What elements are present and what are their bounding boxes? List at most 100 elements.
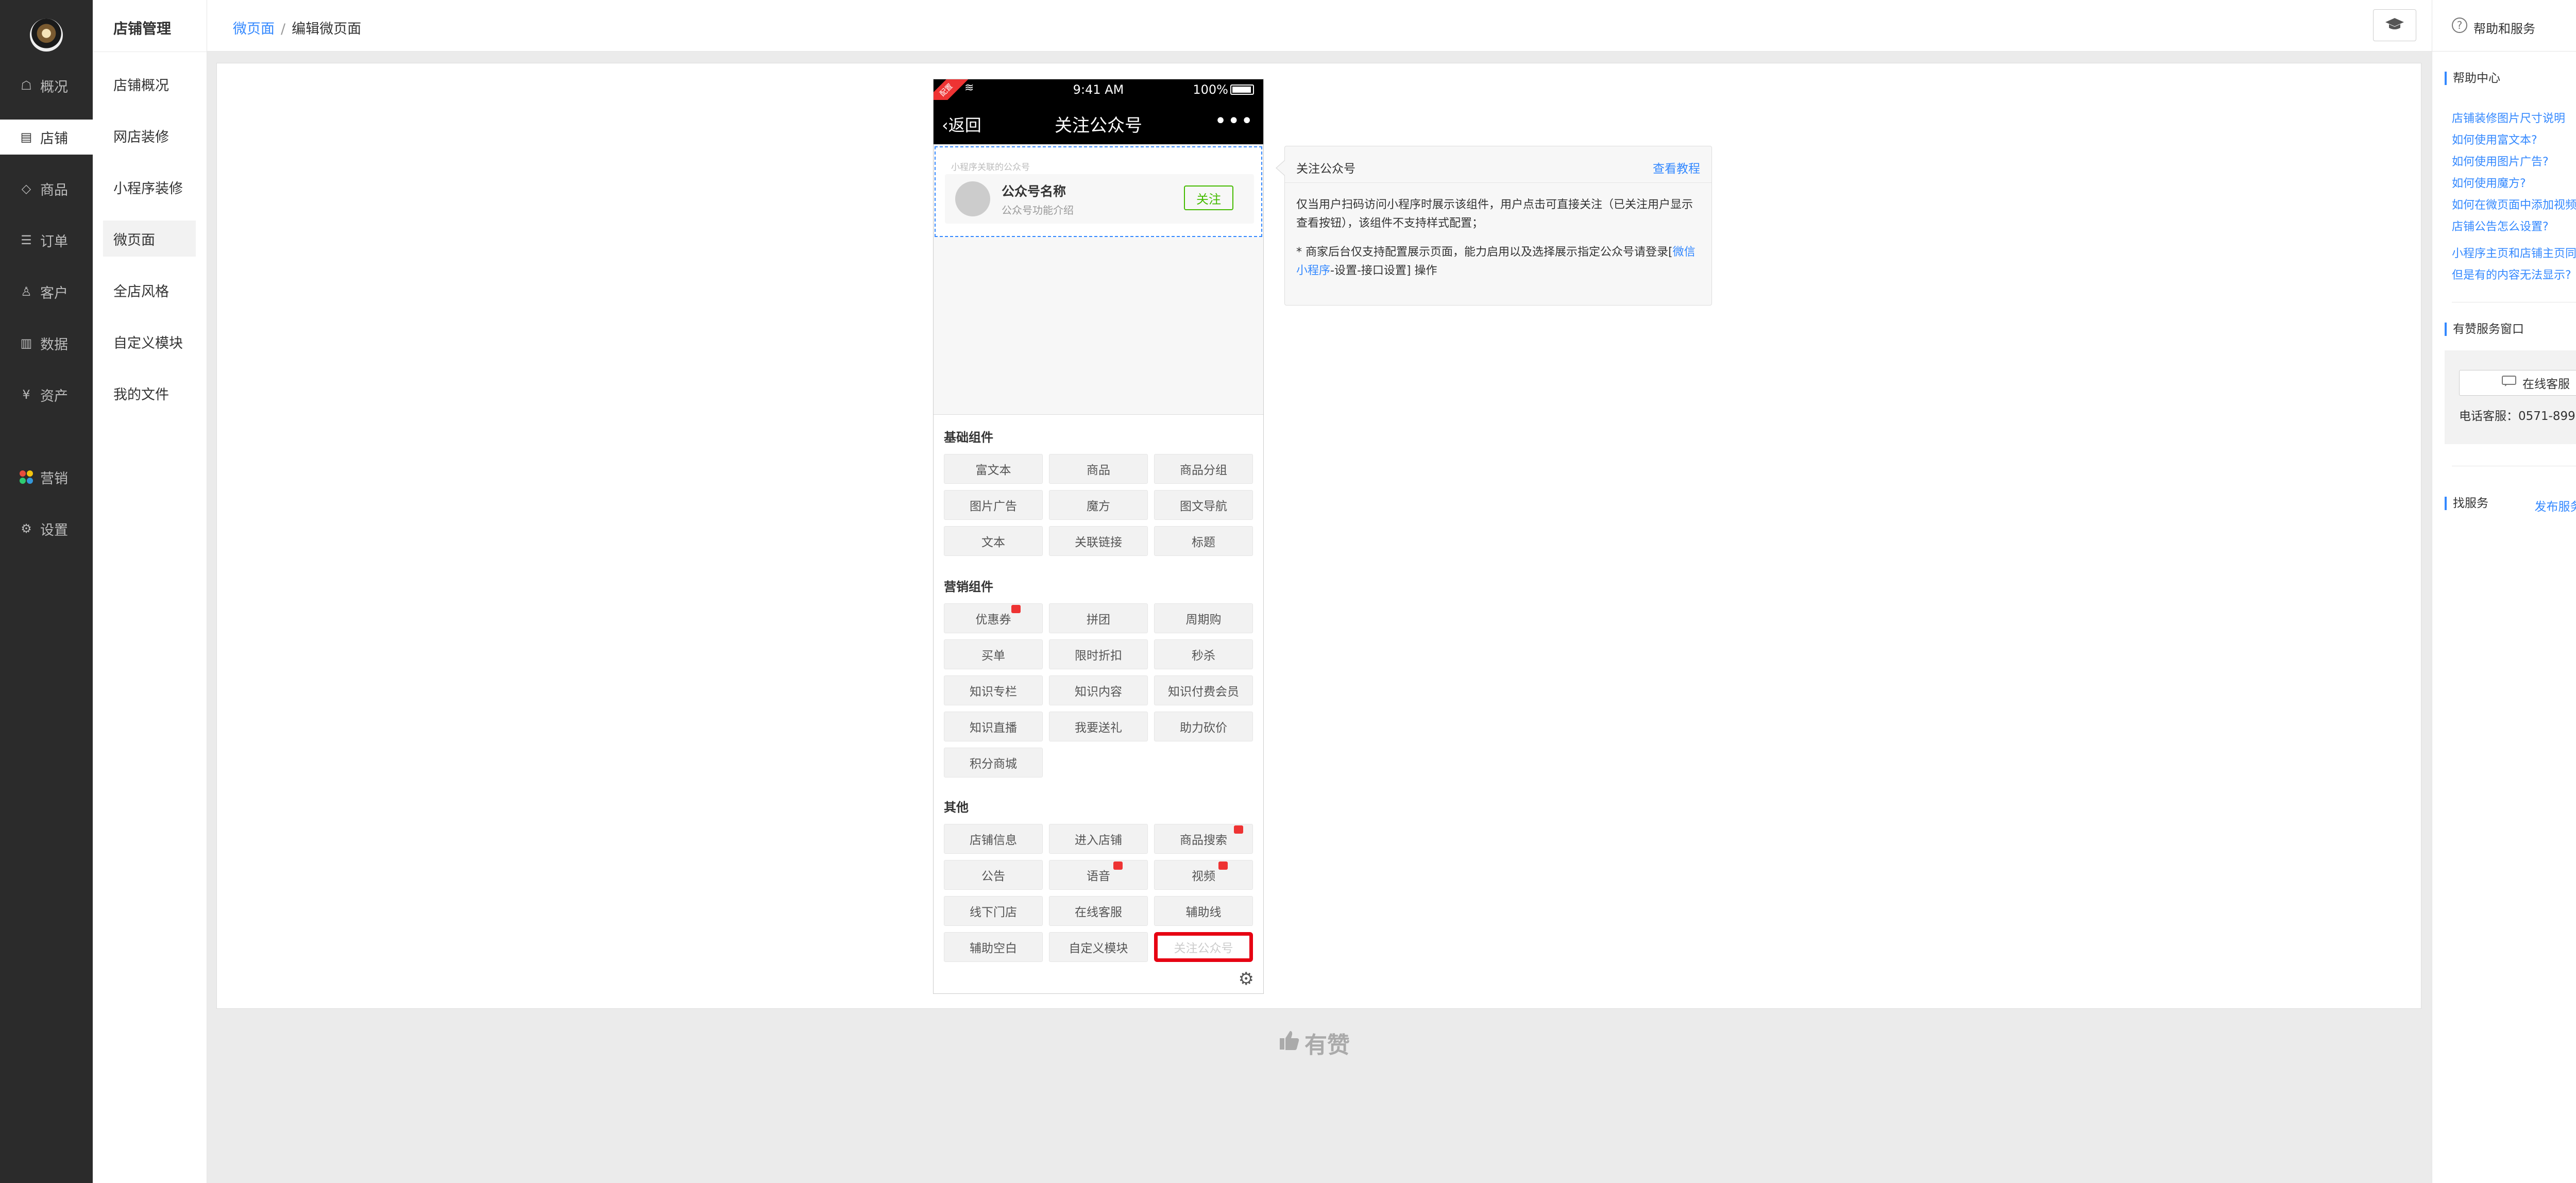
follow-account-component[interactable]: 小程序关联的公众号 公众号名称 公众号功能介绍 关注 xyxy=(935,146,1262,237)
main-nav: ☖ 概况 ▤ 店铺 ◇ 商品 ☰ 订单 ♙ 客户 ▥ 数据 ¥ 资产 营销 ⚙ 设置 xyxy=(0,0,93,1183)
help-link[interactable]: 店铺装修图片尺寸说明 xyxy=(2452,109,2565,126)
component-time-discount[interactable]: 限时折扣 xyxy=(1049,639,1148,669)
breadcrumb-micropage-link[interactable]: 微页面 xyxy=(233,21,275,37)
online-service-button[interactable]: 在线客服 xyxy=(2459,370,2576,396)
component-goods-search[interactable]: 商品搜索 xyxy=(1154,824,1253,854)
component-panel: 基础组件 富文本 商品 商品分组 图片广告 魔方 图文导航 文本 关联链接 标题… xyxy=(934,414,1263,993)
component-rich-text[interactable]: 富文本 xyxy=(944,454,1043,484)
subnav-item-micropage[interactable]: 微页面 xyxy=(103,221,196,257)
component-bargain[interactable]: 助力砍价 xyxy=(1154,712,1253,741)
component-label: 语音 xyxy=(1087,870,1110,883)
nav-label: 概况 xyxy=(40,79,68,95)
help-link[interactable]: 如何使用富文本? xyxy=(2452,131,2537,147)
follow-button[interactable]: 关注 xyxy=(1184,185,1233,210)
help-panel: ? 帮助和服务 帮助中心 进入 › 店铺装修图片尺寸说明 如何使用富文本? 如何… xyxy=(2432,0,2576,1183)
settings-icon: ⚙ xyxy=(21,521,32,536)
component-group-buy[interactable]: 拼团 xyxy=(1049,603,1148,633)
component-label: 优惠券 xyxy=(975,613,1011,627)
help-link[interactable]: 但是有的内容无法显示? xyxy=(2452,266,2571,282)
nav-item-settings[interactable]: ⚙ 设置 xyxy=(0,511,93,546)
chat-icon xyxy=(2502,376,2516,390)
subnav-item-miniapp-decor[interactable]: 小程序装修 xyxy=(103,169,196,205)
component-pay[interactable]: 买单 xyxy=(944,639,1043,669)
component-goods-group[interactable]: 商品分组 xyxy=(1154,454,1253,484)
phone-preview: 配置 ≋ 9:41 AM 100% ‹返回 关注公众号 ••• 小程序关联的公众… xyxy=(933,79,1264,994)
component-text[interactable]: 文本 xyxy=(944,526,1043,556)
component-flash-sale[interactable]: 秒杀 xyxy=(1154,639,1253,669)
nav-item-marketing[interactable]: 营销 xyxy=(0,460,93,495)
help-link[interactable]: 如何使用魔方? xyxy=(2452,174,2526,191)
help-link[interactable]: 如何在微页面中添加视频? xyxy=(2452,196,2576,212)
component-blank[interactable]: 辅助空白 xyxy=(944,932,1043,962)
component-knowledge-content[interactable]: 知识内容 xyxy=(1049,675,1148,705)
nav-item-shop[interactable]: ▤ 店铺 xyxy=(0,120,93,155)
top-bar: 微页面 / 编辑微页面 xyxy=(207,0,2432,52)
component-goods[interactable]: 商品 xyxy=(1049,454,1148,484)
nav-item-overview[interactable]: ☖ 概况 xyxy=(0,68,93,103)
new-badge xyxy=(1234,825,1243,834)
subnav-item-shop-overview[interactable]: 店铺概况 xyxy=(103,66,196,102)
nav-item-goods[interactable]: ◇ 商品 xyxy=(0,171,93,206)
component-gift[interactable]: 我要送礼 xyxy=(1049,712,1148,741)
help-link[interactable]: 如何使用图片广告? xyxy=(2452,153,2549,169)
component-image-nav[interactable]: 图文导航 xyxy=(1154,490,1253,520)
component-follow-account[interactable]: 关注公众号 xyxy=(1154,932,1253,962)
account-description: 公众号功能介绍 xyxy=(1002,204,1074,216)
component-help-popover: 关注公众号 查看教程 仅当用户扫码访问小程序时展示该组件，用户点击可直接关注（已… xyxy=(1276,146,1712,306)
nav-label: 资产 xyxy=(40,388,68,404)
nav-label: 数据 xyxy=(40,336,68,353)
publish-request-link[interactable]: 发布服务需求 › xyxy=(2534,497,2576,514)
component-voice[interactable]: 语音 xyxy=(1049,860,1148,890)
popover-text: * 商家后台仅支持配置展示页面，能力启用以及选择展示指定公众号请登录[ xyxy=(1296,246,1673,259)
component-link[interactable]: 关联链接 xyxy=(1049,526,1148,556)
subnav-item-custom-module[interactable]: 自定义模块 xyxy=(103,324,196,360)
component-cube[interactable]: 魔方 xyxy=(1049,490,1148,520)
gear-icon[interactable]: ⚙ xyxy=(1239,969,1254,989)
section-title-basic: 基础组件 xyxy=(944,430,993,445)
nav-label: 店铺 xyxy=(40,130,68,147)
component-knowledge-live[interactable]: 知识直播 xyxy=(944,712,1043,741)
subnav-item-my-files[interactable]: 我的文件 xyxy=(103,375,196,411)
section-title-other: 其他 xyxy=(944,800,969,815)
component-enter-shop[interactable]: 进入店铺 xyxy=(1049,824,1148,854)
component-knowledge-member[interactable]: 知识付费会员 xyxy=(1154,675,1253,705)
phone-nav-bar: ‹返回 关注公众号 ••• xyxy=(934,100,1263,144)
nav-item-data[interactable]: ▥ 数据 xyxy=(0,326,93,361)
status-battery-text: 100% xyxy=(1193,82,1228,97)
component-offline-store[interactable]: 线下门店 xyxy=(944,896,1043,926)
component-custom-module[interactable]: 自定义模块 xyxy=(1049,932,1148,962)
component-video[interactable]: 视频 xyxy=(1154,860,1253,890)
battery-icon xyxy=(1230,84,1254,95)
popover-title: 关注公众号 xyxy=(1296,162,1355,176)
more-dots-icon[interactable]: ••• xyxy=(1214,109,1254,133)
shop-logo[interactable] xyxy=(30,19,63,52)
component-knowledge-column[interactable]: 知识专栏 xyxy=(944,675,1043,705)
tutorial-button[interactable] xyxy=(2373,9,2416,41)
component-guide-line[interactable]: 辅助线 xyxy=(1154,896,1253,926)
footer-logo-text: 有赞 xyxy=(1304,1032,1350,1058)
component-image-ad[interactable]: 图片广告 xyxy=(944,490,1043,520)
component-subscription[interactable]: 周期购 xyxy=(1154,603,1253,633)
phone-status-bar: 配置 ≋ 9:41 AM 100% xyxy=(934,79,1263,112)
help-link[interactable]: 店铺公告怎么设置? xyxy=(2452,217,2549,234)
component-heading[interactable]: 标题 xyxy=(1154,526,1253,556)
nav-label: 订单 xyxy=(40,233,68,250)
nav-item-customers[interactable]: ♙ 客户 xyxy=(0,274,93,309)
component-online-service[interactable]: 在线客服 xyxy=(1049,896,1148,926)
view-tutorial-link[interactable]: 查看教程 xyxy=(1653,159,1700,176)
shop-icon: ▤ xyxy=(20,130,32,144)
help-header: ? 帮助和服务 xyxy=(2432,0,2576,52)
component-coupon[interactable]: 优惠券 xyxy=(944,603,1043,633)
nav-label: 客户 xyxy=(40,285,68,301)
divider xyxy=(1285,182,1711,183)
component-notice[interactable]: 公告 xyxy=(944,860,1043,890)
help-link[interactable]: 小程序主页和店铺主页同步， xyxy=(2452,244,2576,261)
subnav-item-web-decor[interactable]: 网店装修 xyxy=(103,117,196,154)
secondary-nav-title: 店铺管理 xyxy=(113,20,172,37)
nav-item-assets[interactable]: ¥ 资产 xyxy=(0,377,93,412)
avatar xyxy=(955,181,990,216)
component-points-mall[interactable]: 积分商城 xyxy=(944,748,1043,778)
component-shop-info[interactable]: 店铺信息 xyxy=(944,824,1043,854)
nav-item-orders[interactable]: ☰ 订单 xyxy=(0,223,93,258)
subnav-item-store-style[interactable]: 全店风格 xyxy=(103,272,196,308)
